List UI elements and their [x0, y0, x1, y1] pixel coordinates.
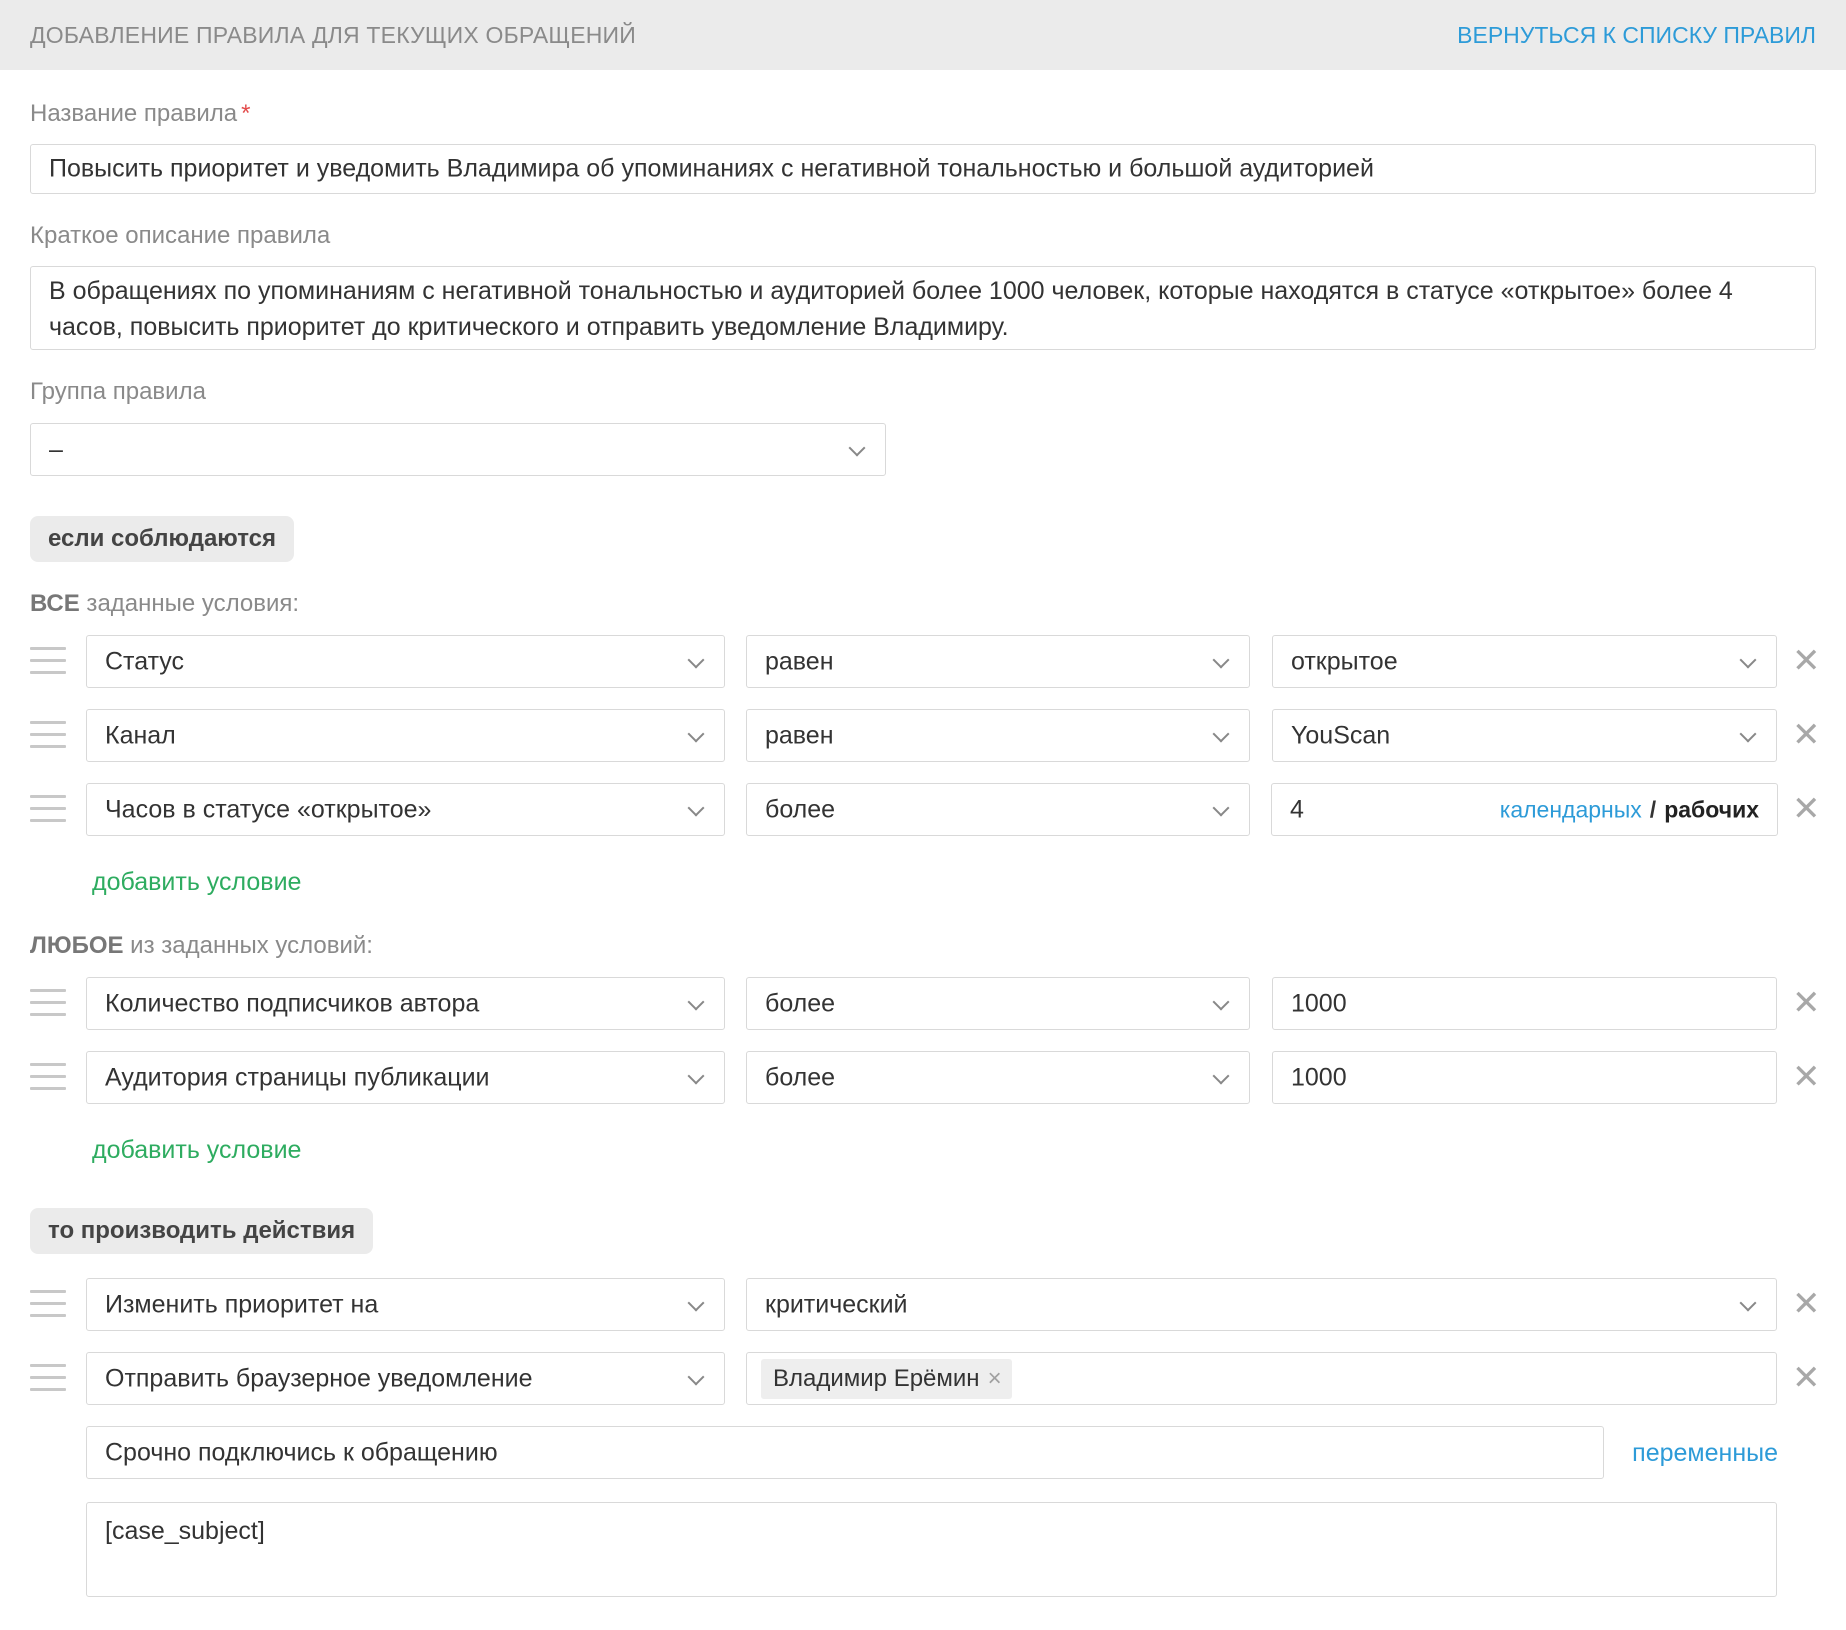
condition-field-select[interactable]: Аудитория страницы публикации [86, 1051, 725, 1104]
add-any-condition-link[interactable]: добавить условие [92, 1136, 301, 1165]
conditions-section-label: если соблюдаются [30, 516, 294, 562]
chevron-down-icon [1212, 993, 1230, 1010]
remove-condition-button[interactable]: ✕ [1792, 1060, 1821, 1094]
actions-section-label: то производить действия [30, 1208, 374, 1254]
chevron-down-icon [1739, 651, 1757, 668]
calendar-hours-link[interactable]: календарных [1500, 796, 1642, 822]
condition-value-select[interactable]: открытое [1272, 635, 1777, 688]
condition-value-input[interactable]: 1000 [1272, 1051, 1777, 1104]
rule-name-value: Повысить приоритет и уведомить Владимира… [49, 154, 1374, 183]
required-mark: * [241, 100, 251, 127]
drag-handle-icon[interactable] [30, 1063, 66, 1091]
hours-value: 4 [1290, 795, 1304, 823]
variables-link[interactable]: переменные [1632, 1439, 1778, 1468]
rule-group-select[interactable]: – [30, 423, 886, 476]
chevron-down-icon [687, 725, 705, 742]
back-to-rules-link[interactable]: ВЕРНУТЬСЯ К СПИСКУ ПРАВИЛ [1457, 22, 1816, 49]
condition-operator-select[interactable]: более [746, 783, 1250, 836]
chevron-down-icon [1739, 725, 1757, 742]
hours-units-toggle: календарных / рабочих [1499, 796, 1759, 822]
notification-body-textarea[interactable]: [case_subject] [86, 1502, 1777, 1597]
action-type-select[interactable]: Отправить браузерное уведомление [86, 1352, 725, 1405]
priority-value-select[interactable]: критический [746, 1278, 1777, 1331]
condition-operator-select[interactable]: равен [746, 709, 1250, 762]
condition-field-select[interactable]: Статус [86, 635, 725, 688]
chevron-down-icon [1739, 1294, 1757, 1311]
chevron-down-icon [687, 1368, 705, 1385]
remove-condition-button[interactable]: ✕ [1792, 644, 1821, 678]
rule-name-input[interactable]: Повысить приоритет и уведомить Владимира… [30, 144, 1816, 194]
drag-handle-icon[interactable] [30, 647, 66, 675]
any-conditions-label: ЛЮБОЕ из заданных условий: [30, 932, 373, 959]
condition-field-select[interactable]: Количество подписчиков автора [86, 977, 725, 1030]
notification-title-input[interactable]: Срочно подключись к обращению [86, 1426, 1604, 1479]
remove-condition-button[interactable]: ✕ [1792, 718, 1821, 752]
condition-operator-select[interactable]: равен [746, 635, 1250, 688]
page-title: ДОБАВЛЕНИЕ ПРАВИЛА ДЛЯ ТЕКУЩИХ ОБРАЩЕНИЙ [30, 22, 637, 48]
remove-condition-button[interactable]: ✕ [1792, 792, 1821, 826]
drag-handle-icon[interactable] [30, 721, 66, 749]
drag-handle-icon[interactable] [30, 1364, 66, 1392]
chevron-down-icon [687, 1294, 705, 1311]
condition-value-input[interactable]: 1000 [1272, 977, 1777, 1030]
condition-operator-select[interactable]: более [746, 977, 1250, 1030]
chevron-down-icon [687, 993, 705, 1010]
recipient-multiselect[interactable]: Владимир Ерёмин × [746, 1352, 1777, 1405]
chevron-down-icon [1212, 651, 1230, 668]
rule-name-label: Название правила * [30, 100, 251, 127]
remove-action-button[interactable]: ✕ [1792, 1287, 1821, 1321]
drag-handle-icon[interactable] [30, 989, 66, 1017]
chevron-down-icon [1212, 799, 1230, 816]
recipient-tag-label: Владимир Ерёмин [773, 1365, 980, 1392]
condition-value-select[interactable]: YouScan [1272, 709, 1777, 762]
condition-field-select[interactable]: Канал [86, 709, 725, 762]
hours-value-input[interactable]: 4 календарных / рабочих [1271, 783, 1778, 836]
chevron-down-icon [687, 1067, 705, 1084]
page-header: ДОБАВЛЕНИЕ ПРАВИЛА ДЛЯ ТЕКУЩИХ ОБРАЩЕНИЙ… [0, 0, 1846, 70]
rule-group-label: Группа правила [30, 378, 206, 405]
chevron-down-icon [1212, 1067, 1230, 1084]
rule-description-label: Краткое описание правила [30, 222, 331, 249]
drag-handle-icon[interactable] [30, 1290, 66, 1318]
rule-description-textarea[interactable]: В обращениях по упоминаниям с негативной… [30, 266, 1816, 350]
remove-action-button[interactable]: ✕ [1792, 1361, 1821, 1395]
chevron-down-icon [1212, 725, 1230, 742]
all-conditions-label: ВСЕ заданные условия: [30, 590, 300, 617]
rule-group-value: – [49, 435, 63, 463]
working-hours-link[interactable]: рабочих [1664, 796, 1759, 822]
close-icon[interactable]: × [988, 1359, 1002, 1399]
remove-condition-button[interactable]: ✕ [1792, 986, 1821, 1020]
chevron-down-icon [687, 651, 705, 668]
condition-operator-select[interactable]: более [746, 1051, 1250, 1104]
add-all-condition-link[interactable]: добавить условие [92, 868, 301, 897]
condition-field-select[interactable]: Часов в статусе «открытое» [86, 783, 725, 836]
chevron-down-icon [848, 439, 866, 456]
chevron-down-icon [687, 799, 705, 816]
action-type-select[interactable]: Изменить приоритет на [86, 1278, 725, 1331]
drag-handle-icon[interactable] [30, 795, 66, 823]
recipient-tag: Владимир Ерёмин × [761, 1359, 1012, 1399]
rule-description-value: В обращениях по упоминаниям с негативной… [49, 277, 1733, 341]
